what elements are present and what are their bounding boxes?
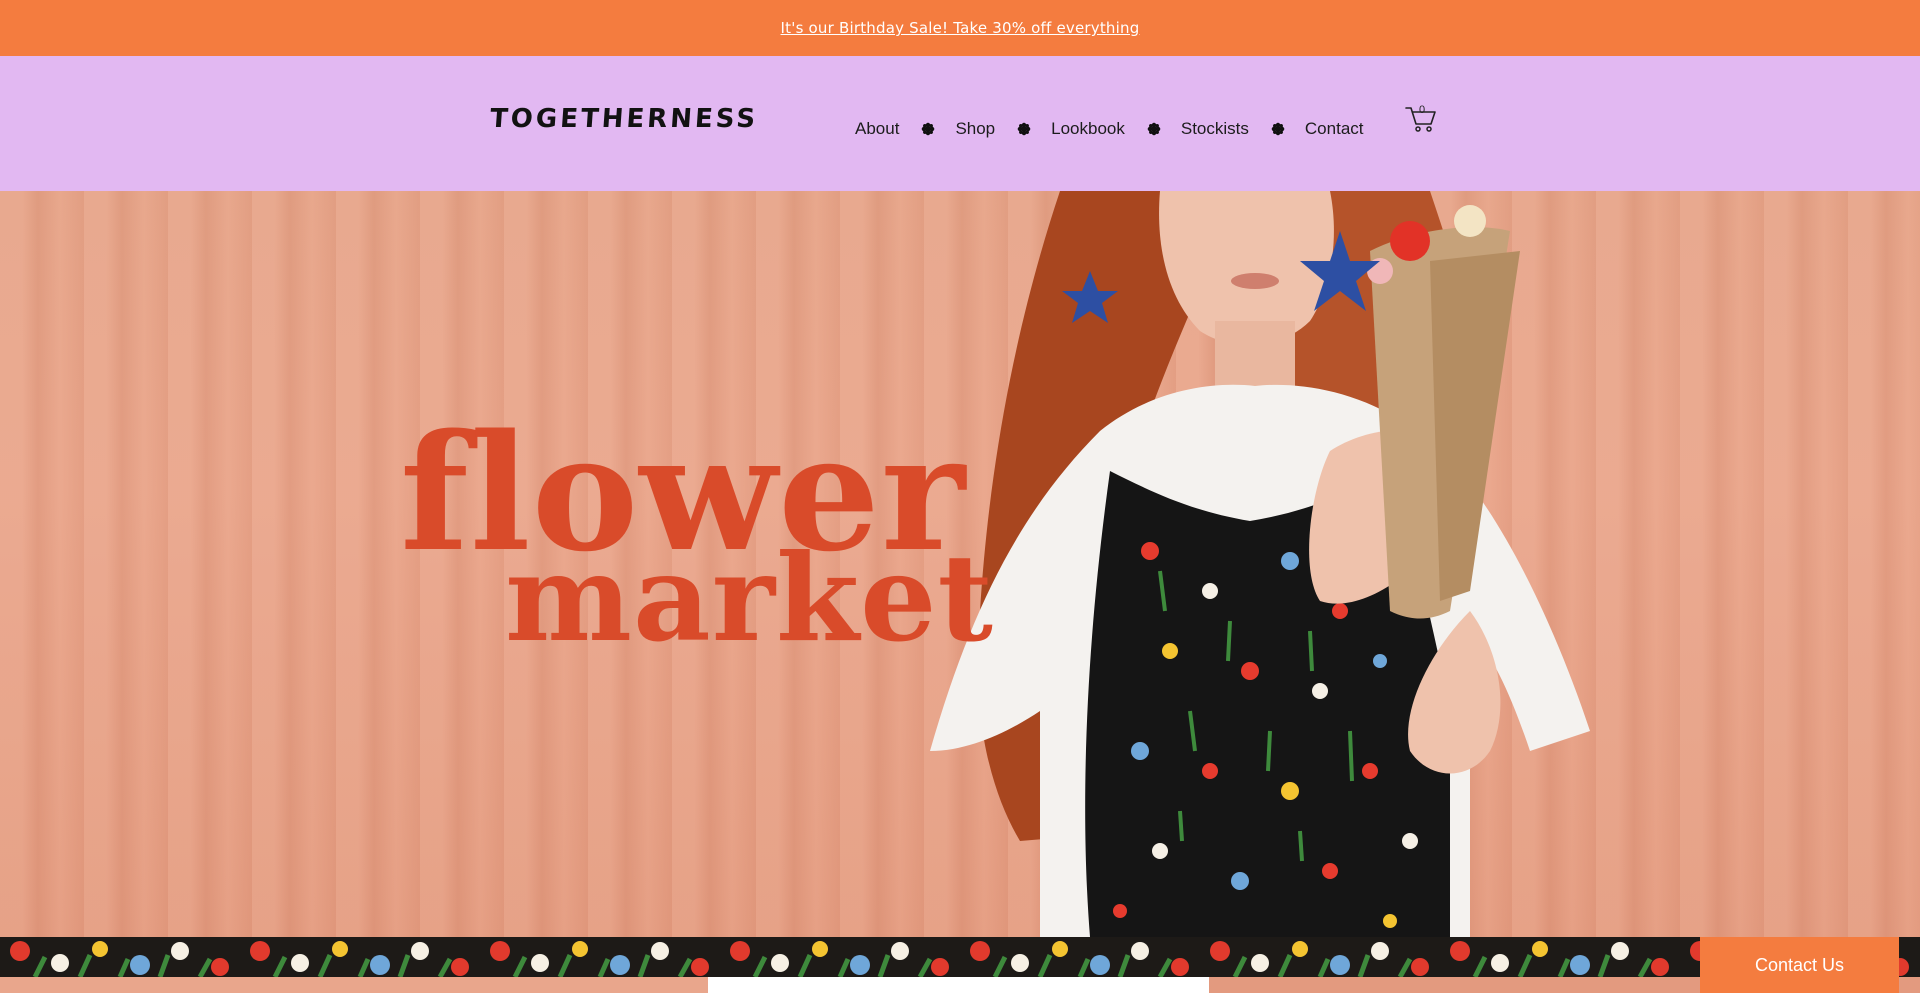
gallery-tile-center [708, 977, 1209, 993]
nav-item-shop[interactable]: Shop [955, 119, 995, 139]
main-nav: About Shop Lookbook Stockists Contact [855, 114, 1364, 144]
site-logo[interactable]: TOGETHERNESS [489, 104, 759, 134]
floral-pattern [10, 937, 1920, 977]
flower-bullet-icon [1147, 122, 1161, 136]
gallery-tile-left [0, 977, 708, 993]
nav-item-about[interactable]: About [855, 119, 899, 139]
floral-pattern-strip [0, 937, 1920, 977]
cart-count: 0 [1419, 104, 1426, 116]
nav-item-contact[interactable]: Contact [1305, 119, 1364, 139]
site-header: TOGETHERNESS About Shop Lookbook Stockis… [0, 56, 1920, 191]
hero-title-line2: market [505, 528, 994, 669]
nav-item-stockists[interactable]: Stockists [1181, 119, 1249, 139]
flower-bullet-icon [921, 122, 935, 136]
flower-bullet-icon [1271, 122, 1285, 136]
contact-us-button[interactable]: Contact Us [1700, 937, 1899, 993]
flower-bullet-icon [1017, 122, 1031, 136]
cart-button[interactable]: 0 [1405, 104, 1439, 138]
announcement-link[interactable]: It's our Birthday Sale! Take 30% off eve… [781, 19, 1140, 37]
hero-banner: flower market [0, 191, 1920, 937]
next-section-peek [0, 977, 1920, 993]
nav-item-lookbook[interactable]: Lookbook [1051, 119, 1125, 139]
hero-photo [930, 191, 1590, 937]
announcement-bar: It's our Birthday Sale! Take 30% off eve… [0, 0, 1920, 56]
